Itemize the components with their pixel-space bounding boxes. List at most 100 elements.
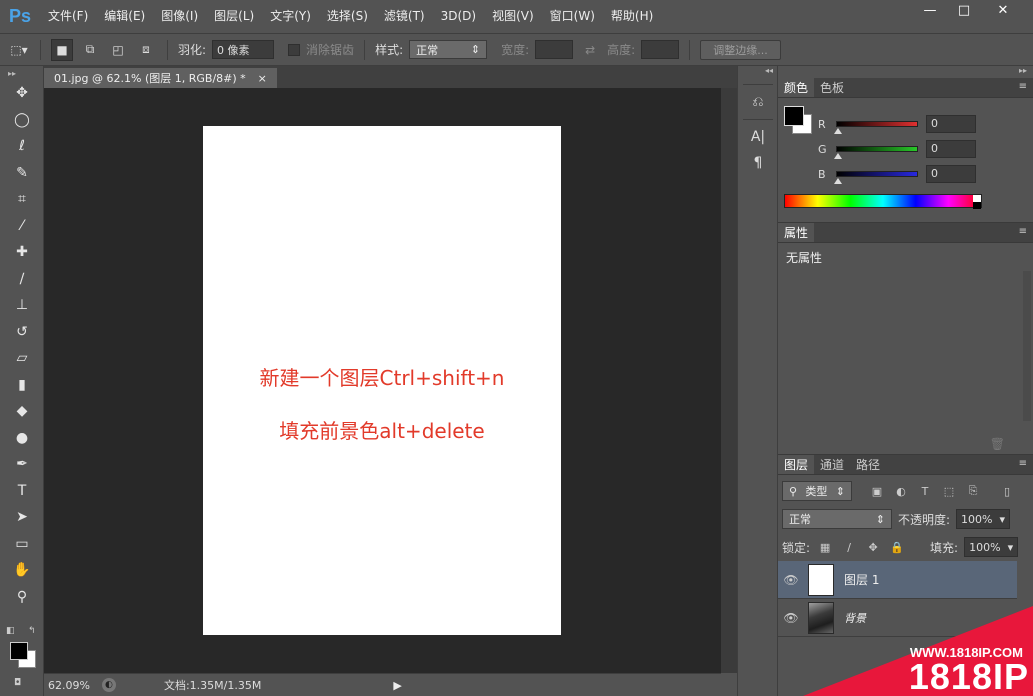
- panel-grip-icon[interactable]: ▸▸: [778, 66, 1033, 78]
- trash-icon[interactable]: 🗑: [990, 437, 1005, 451]
- width-input[interactable]: [535, 40, 574, 59]
- foreground-background-swatch[interactable]: [10, 642, 36, 668]
- style-select[interactable]: 正常 ⇕: [409, 40, 488, 59]
- quick-mask-icon[interactable]: ◘: [14, 678, 21, 688]
- document-canvas[interactable]: 新建一个图层Ctrl+shift+n 填充前景色alt+delete: [203, 126, 561, 635]
- brush-tool-icon[interactable]: ∕: [0, 266, 44, 293]
- hand-tool-icon[interactable]: ✋: [0, 557, 44, 584]
- r-slider[interactable]: [834, 121, 918, 134]
- menu-file[interactable]: 文件(F): [40, 0, 96, 33]
- move-tool-icon[interactable]: ✥: [0, 80, 44, 107]
- g-value-input[interactable]: 0: [926, 140, 976, 158]
- lasso-tool-icon[interactable]: ℓ: [0, 133, 44, 160]
- panel-menu-icon[interactable]: ≡: [1019, 81, 1027, 92]
- tab-layers[interactable]: 图层: [778, 455, 815, 474]
- quick-select-tool-icon[interactable]: ✎: [0, 160, 44, 187]
- height-input[interactable]: [641, 40, 680, 59]
- lock-all-icon[interactable]: 🔒: [888, 538, 906, 556]
- panel-grip-icon[interactable]: ◂◂: [738, 66, 777, 80]
- color-spectrum[interactable]: [784, 194, 982, 209]
- g-slider[interactable]: [834, 146, 918, 159]
- swap-icon[interactable]: ⇄: [579, 39, 601, 61]
- slider-thumb-icon[interactable]: [834, 128, 842, 134]
- menu-edit[interactable]: 编辑(E): [96, 0, 153, 33]
- pen-tool-icon[interactable]: ✒: [0, 451, 44, 478]
- character-panel-icon[interactable]: A|: [738, 124, 778, 150]
- layer-thumbnail[interactable]: [808, 563, 834, 596]
- canvas-scrollbar[interactable]: [721, 88, 737, 673]
- menu-image[interactable]: 图像(I): [153, 0, 206, 33]
- slider-thumb-icon[interactable]: [834, 153, 842, 159]
- layer-filter-select[interactable]: ⚲ 类型 ⇕: [782, 481, 852, 501]
- eraser-tool-icon[interactable]: ▱: [0, 345, 44, 372]
- status-info-icon[interactable]: ◐: [101, 678, 116, 692]
- panel-grip-icon[interactable]: ▸▸: [0, 66, 43, 80]
- foreground-color[interactable]: [784, 106, 804, 126]
- paragraph-panel-icon[interactable]: ¶: [738, 150, 778, 176]
- r-value-input[interactable]: 0: [926, 115, 976, 133]
- menu-view[interactable]: 视图(V): [484, 0, 542, 33]
- menu-layer[interactable]: 图层(L): [206, 0, 262, 33]
- lock-transparent-icon[interactable]: ▦: [816, 538, 834, 556]
- default-colors-icon[interactable]: ◧: [6, 626, 15, 636]
- panel-menu-icon[interactable]: ≡: [1019, 226, 1027, 237]
- slider-thumb-icon[interactable]: [834, 178, 842, 184]
- marquee-preset-icon[interactable]: ⬚▾: [8, 39, 30, 61]
- tab-swatches[interactable]: 色板: [814, 78, 850, 97]
- maximize-button[interactable]: □: [947, 0, 981, 20]
- minimize-button[interactable]: —: [913, 0, 947, 20]
- lock-position-icon[interactable]: ✥: [864, 538, 882, 556]
- canvas-area[interactable]: 新建一个图层Ctrl+shift+n 填充前景色alt+delete: [44, 88, 721, 673]
- eyedropper-tool-icon[interactable]: ⁄: [0, 213, 44, 240]
- filter-shape-icon[interactable]: ⬚: [940, 482, 958, 500]
- b-value-input[interactable]: 0: [926, 165, 976, 183]
- type-tool-icon[interactable]: T: [0, 478, 44, 505]
- panel-menu-icon[interactable]: ≡: [1019, 458, 1027, 469]
- tab-color[interactable]: 颜色: [778, 78, 815, 97]
- visibility-eye-icon[interactable]: 👁: [778, 611, 804, 625]
- fill-input[interactable]: 100% ▾: [964, 537, 1019, 557]
- close-tab-icon[interactable]: ×: [258, 72, 267, 85]
- menu-window[interactable]: 窗口(W): [542, 0, 603, 33]
- filter-smart-object-icon[interactable]: ⎘: [964, 482, 982, 500]
- clone-stamp-tool-icon[interactable]: ⊥: [0, 292, 44, 319]
- zoom-level[interactable]: 62.09%: [48, 679, 90, 692]
- lock-image-icon[interactable]: ∕: [840, 538, 858, 556]
- menu-help[interactable]: 帮助(H): [603, 0, 661, 33]
- subtract-selection-icon[interactable]: ◰: [107, 39, 129, 61]
- menu-filter[interactable]: 滤镜(T): [376, 0, 433, 33]
- layer-name[interactable]: 图层 1: [844, 571, 879, 588]
- chevron-down-icon[interactable]: ▾: [1000, 513, 1006, 526]
- healing-brush-tool-icon[interactable]: ✚: [0, 239, 44, 266]
- refine-edge-button[interactable]: 调整边缘...: [700, 39, 781, 60]
- rectangle-tool-icon[interactable]: ▭: [0, 531, 44, 558]
- filter-adjustment-icon[interactable]: ◐: [892, 482, 910, 500]
- document-tab[interactable]: 01.jpg @ 62.1% (图层 1, RGB/8#) * ×: [44, 68, 277, 88]
- opacity-input[interactable]: 100% ▾: [956, 509, 1011, 529]
- gradient-tool-icon[interactable]: ▮: [0, 372, 44, 399]
- filter-pixel-icon[interactable]: ▣: [868, 482, 886, 500]
- tab-paths[interactable]: 路径: [850, 455, 886, 474]
- spectrum-black-white[interactable]: [973, 195, 981, 209]
- tab-properties[interactable]: 属性: [778, 223, 815, 242]
- status-menu-arrow-icon[interactable]: ▶: [393, 679, 401, 692]
- crop-tool-icon[interactable]: ⌗: [0, 186, 44, 213]
- antialias-checkbox[interactable]: [288, 43, 301, 56]
- feather-input[interactable]: 0 像素: [212, 40, 275, 59]
- intersect-selection-icon[interactable]: ⧈: [135, 39, 157, 61]
- zoom-tool-icon[interactable]: ⚲: [0, 584, 44, 611]
- visibility-eye-icon[interactable]: 👁: [778, 573, 804, 587]
- layer-row[interactable]: 👁 图层 1: [778, 561, 1017, 599]
- menu-type[interactable]: 文字(Y): [262, 0, 319, 33]
- add-selection-icon[interactable]: ⧉: [79, 39, 101, 61]
- filter-type-icon[interactable]: T: [916, 482, 934, 500]
- history-panel-icon[interactable]: ⎌: [738, 89, 778, 115]
- new-selection-icon[interactable]: ■: [51, 38, 73, 61]
- swap-colors-icon[interactable]: ↰: [28, 626, 36, 636]
- tab-channels[interactable]: 通道: [814, 455, 850, 474]
- blend-mode-select[interactable]: 正常 ⇕: [782, 509, 892, 529]
- close-button[interactable]: ✕: [981, 0, 1025, 20]
- history-brush-tool-icon[interactable]: ↺: [0, 319, 44, 346]
- b-slider[interactable]: [834, 171, 918, 184]
- filter-toggle-icon[interactable]: ▯: [998, 482, 1016, 500]
